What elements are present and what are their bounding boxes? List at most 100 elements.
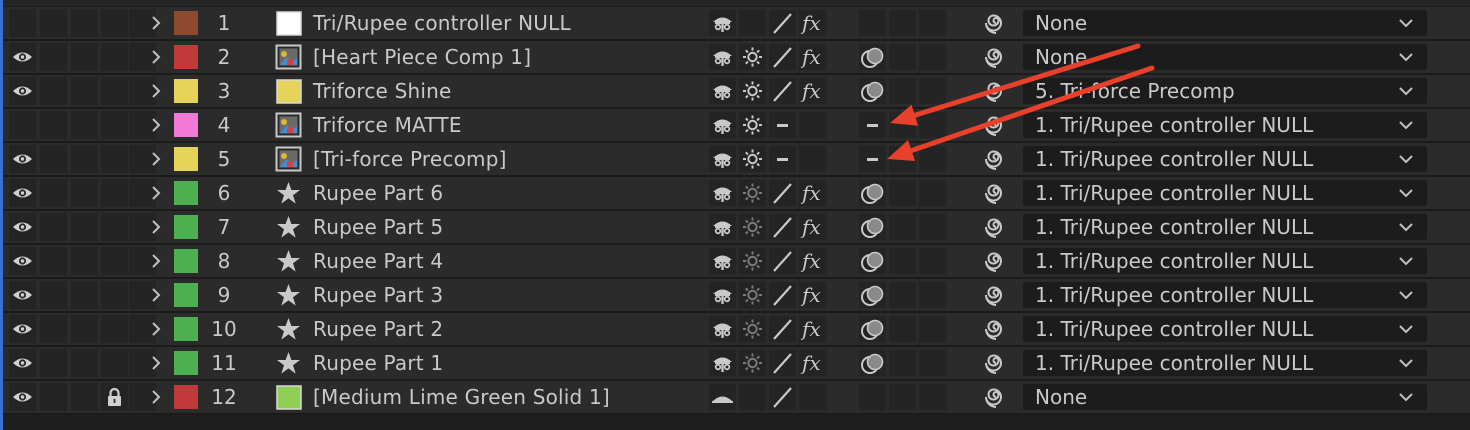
layer-name[interactable]: Triforce MATTE (313, 109, 462, 141)
layer-row[interactable]: 12 [Medium Lime Green Solid 1] None (3, 381, 1470, 415)
parent-dropdown[interactable]: 1. Tri/Rupee controller NULL (1023, 112, 1427, 138)
layer-row[interactable]: 8 Rupee Part 4 fx 1. Tri/Rupee controller N… (3, 245, 1470, 279)
label-color-swatch[interactable] (174, 249, 198, 273)
switch-slot[interactable] (889, 282, 916, 308)
eye-icon[interactable] (9, 179, 36, 207)
parent-dropdown[interactable]: 1. Tri/Rupee controller NULL (1023, 282, 1427, 308)
eye-icon[interactable] (9, 145, 36, 173)
layer-name[interactable]: Rupee Part 6 (313, 177, 443, 209)
parent-pickwhip-icon[interactable] (981, 112, 1011, 138)
effects-fx-icon[interactable]: fx (799, 10, 826, 36)
layer-name[interactable]: Rupee Part 3 (313, 279, 443, 311)
label-color-swatch[interactable] (174, 45, 198, 69)
video-switch[interactable] (9, 9, 36, 37)
layer-name[interactable]: [Tri-force Precomp] (313, 143, 507, 175)
solo-switch[interactable] (71, 247, 98, 275)
lock-switch[interactable] (101, 179, 128, 207)
solo-switch[interactable] (71, 111, 98, 139)
shy-switch-icon[interactable] (709, 282, 736, 308)
quality-switch-icon[interactable] (769, 384, 796, 410)
motion-blur-icon[interactable] (859, 350, 886, 376)
layer-row[interactable]: 10 Rupee Part 2 fx 1. Tri/Rupee controller … (3, 313, 1470, 347)
quality-switch-icon[interactable] (769, 214, 796, 240)
layer-row[interactable]: 5 [Tri-force Precomp] 1. Tri/Rupee control… (3, 143, 1470, 177)
parent-pickwhip-icon[interactable] (981, 10, 1011, 36)
expand-chevron-icon[interactable] (146, 387, 166, 407)
expand-chevron-icon[interactable] (146, 81, 166, 101)
quality-switch-icon[interactable] (769, 180, 796, 206)
lock-switch[interactable] (101, 77, 128, 105)
collapse-transform-icon[interactable] (739, 214, 766, 240)
switch-slot[interactable] (889, 180, 916, 206)
label-color-swatch[interactable] (174, 385, 198, 409)
eye-icon[interactable] (9, 383, 36, 411)
motion-blur-icon[interactable] (859, 316, 886, 342)
layer-row[interactable]: 2 [Heart Piece Comp 1] fx None (3, 41, 1470, 75)
solo-switch[interactable] (71, 213, 98, 241)
shy-switch-icon[interactable] (709, 384, 736, 410)
effects-fx-icon[interactable]: fx (799, 78, 826, 104)
parent-dropdown[interactable]: None (1023, 384, 1427, 410)
expand-chevron-icon[interactable] (146, 217, 166, 237)
layer-row[interactable]: 4 Triforce MATTE 1. Tri/Rupee controller N… (3, 109, 1470, 143)
shy-switch-icon[interactable] (709, 44, 736, 70)
layer-name[interactable]: Rupee Part 2 (313, 313, 443, 345)
audio-switch[interactable] (40, 179, 67, 207)
label-color-swatch[interactable] (174, 283, 198, 307)
switch-slot[interactable] (799, 384, 826, 410)
layer-row[interactable]: 3 Triforce Shine fx 5. Tri-force Precomp (3, 75, 1470, 109)
parent-dropdown[interactable]: 1. Tri/Rupee controller NULL (1023, 146, 1427, 172)
shy-switch-icon[interactable] (709, 180, 736, 206)
solo-switch[interactable] (71, 383, 98, 411)
switch-slot[interactable] (889, 384, 916, 410)
label-color-swatch[interactable] (174, 113, 198, 137)
shy-switch-icon[interactable] (709, 316, 736, 342)
switch-slot[interactable] (889, 78, 916, 104)
collapse-transform-icon[interactable] (739, 248, 766, 274)
quality-switch-icon[interactable] (769, 44, 796, 70)
lock-switch[interactable] (101, 145, 128, 173)
switch-slot[interactable] (919, 350, 946, 376)
quality-switch-icon[interactable] (769, 146, 796, 172)
lock-switch[interactable] (101, 213, 128, 241)
audio-switch[interactable] (40, 111, 67, 139)
solo-switch[interactable] (71, 179, 98, 207)
motion-blur-icon[interactable] (859, 214, 886, 240)
layer-name[interactable]: Tri/Rupee controller NULL (313, 7, 571, 39)
effects-fx-icon[interactable]: fx (799, 316, 826, 342)
effects-fx-icon[interactable]: fx (799, 282, 826, 308)
parent-pickwhip-icon[interactable] (981, 316, 1011, 342)
parent-dropdown[interactable]: 1. Tri/Rupee controller NULL (1023, 316, 1427, 342)
quality-switch-icon[interactable] (769, 10, 796, 36)
solo-switch[interactable] (71, 315, 98, 343)
switch-slot[interactable] (919, 248, 946, 274)
collapse-transform-icon[interactable] (739, 146, 766, 172)
effects-fx-icon[interactable]: fx (799, 180, 826, 206)
expand-chevron-icon[interactable] (146, 251, 166, 271)
switch-slot[interactable] (919, 214, 946, 240)
solo-switch[interactable] (71, 43, 98, 71)
expand-chevron-icon[interactable] (146, 285, 166, 305)
eye-icon[interactable] (9, 281, 36, 309)
label-color-swatch[interactable] (174, 147, 198, 171)
solo-switch[interactable] (71, 145, 98, 173)
collapse-transform-icon[interactable] (739, 282, 766, 308)
parent-pickwhip-icon[interactable] (981, 248, 1011, 274)
lock-switch[interactable] (101, 111, 128, 139)
layer-name[interactable]: Rupee Part 1 (313, 347, 443, 379)
quality-switch-icon[interactable] (769, 282, 796, 308)
label-color-swatch[interactable] (174, 181, 198, 205)
parent-pickwhip-icon[interactable] (981, 214, 1011, 240)
label-color-swatch[interactable] (174, 11, 198, 35)
collapse-transform-icon[interactable] (739, 112, 766, 138)
switch-slot[interactable] (799, 146, 826, 172)
parent-dropdown[interactable]: 1. Tri/Rupee controller NULL (1023, 180, 1427, 206)
switch-slot[interactable] (799, 112, 826, 138)
parent-dropdown[interactable]: None (1023, 44, 1427, 70)
parent-pickwhip-icon[interactable] (981, 44, 1011, 70)
lock-icon[interactable] (101, 383, 128, 411)
layer-name[interactable]: [Heart Piece Comp 1] (313, 41, 531, 73)
quality-switch-icon[interactable] (769, 248, 796, 274)
audio-switch[interactable] (40, 281, 67, 309)
switch-slot[interactable] (919, 112, 946, 138)
